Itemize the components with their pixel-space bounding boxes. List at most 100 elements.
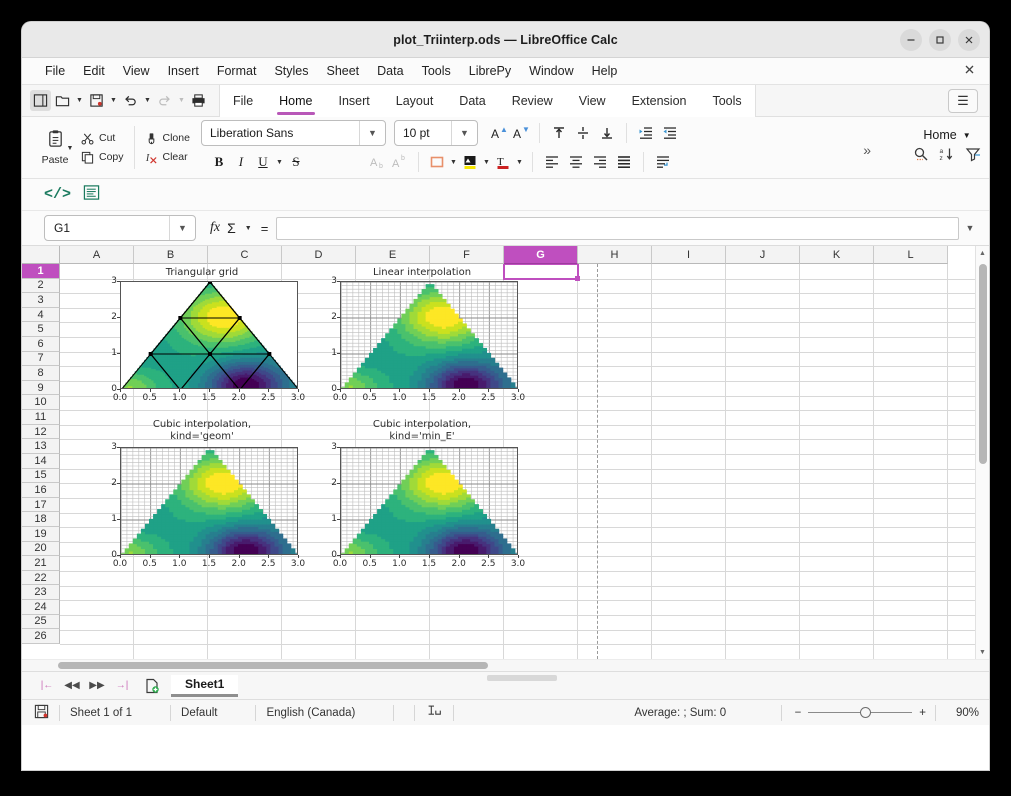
find-replace-icon[interactable] (913, 146, 929, 167)
formula-equals-icon[interactable]: = (261, 221, 269, 236)
ribbon-context-selector[interactable]: Home ▼ (923, 128, 970, 142)
increase-indent-button[interactable] (634, 122, 658, 144)
script-list-icon[interactable] (83, 184, 100, 206)
column-header-g[interactable]: G (504, 246, 578, 264)
row-header-10[interactable]: 10 (22, 395, 60, 411)
column-header-d[interactable]: D (282, 246, 356, 264)
row-header-12[interactable]: 12 (22, 424, 60, 440)
row-header-26[interactable]: 26 (22, 629, 60, 644)
last-sheet-button[interactable]: →| (111, 676, 133, 696)
tab-view[interactable]: View (566, 85, 619, 117)
tab-home[interactable]: Home (266, 85, 325, 117)
next-sheet-button[interactable]: ▶▶ (86, 676, 108, 696)
redo-dropdown-icon[interactable]: ▼ (176, 91, 187, 111)
save-status-icon[interactable] (34, 704, 49, 722)
clone-formatting-button[interactable]: Clone (142, 131, 193, 146)
language-status[interactable]: English (Canada) (266, 707, 355, 719)
row-header-15[interactable]: 15 (22, 468, 60, 484)
autofilter-icon[interactable] (965, 146, 981, 167)
row-header-17[interactable]: 17 (22, 497, 60, 513)
sum-dropdown-icon[interactable]: ▼ (243, 225, 254, 232)
select-all-corner[interactable] (22, 246, 60, 264)
scroll-up-icon[interactable]: ▲ (976, 246, 989, 260)
column-header-k[interactable]: K (800, 246, 874, 264)
row-header-9[interactable]: 9 (22, 380, 60, 396)
menu-tools[interactable]: Tools (413, 61, 460, 81)
clear-formatting-button[interactable]: I Clear (142, 150, 193, 165)
background-color-button[interactable] (459, 151, 481, 173)
decrease-font-size-button[interactable]: A ▼ (510, 122, 532, 144)
function-wizard-icon[interactable]: fx (210, 220, 220, 236)
tab-file[interactable]: File (220, 85, 266, 117)
menu-edit[interactable]: Edit (74, 61, 114, 81)
row-header-1[interactable]: 1 (22, 264, 60, 279)
print-icon[interactable] (188, 90, 209, 111)
row-header-19[interactable]: 19 (22, 526, 60, 542)
increase-font-size-button[interactable]: A ▲ (488, 122, 510, 144)
notebookbar-menu-button[interactable]: ☰ (948, 88, 978, 113)
name-box[interactable]: G1 ▼ (44, 215, 196, 241)
zoom-slider[interactable] (808, 707, 913, 718)
sidebar-toggle-icon[interactable] (30, 90, 51, 111)
tab-insert[interactable]: Insert (326, 85, 383, 117)
save-dropdown-icon[interactable]: ▼ (108, 91, 119, 111)
formula-summary-status[interactable]: Average: ; Sum: 0 (634, 707, 726, 719)
superscript-button[interactable]: Ab (389, 151, 411, 173)
align-bottom-button[interactable] (595, 122, 619, 144)
menu-view[interactable]: View (114, 61, 159, 81)
column-header-b[interactable]: B (134, 246, 208, 264)
zoom-level-label[interactable]: 90% (945, 707, 979, 719)
cut-button[interactable]: Cut (78, 131, 127, 146)
previous-sheet-button[interactable]: ◀◀ (61, 676, 83, 696)
row-header-2[interactable]: 2 (22, 278, 60, 294)
add-sheet-button[interactable] (141, 676, 163, 696)
paste-button[interactable]: ▼ Paste (32, 120, 78, 175)
zoom-slider-knob[interactable] (860, 707, 872, 718)
row-header-5[interactable]: 5 (22, 322, 60, 338)
tab-layout[interactable]: Layout (383, 85, 447, 117)
name-box-dropdown-icon[interactable]: ▼ (169, 216, 195, 240)
scroll-down-icon[interactable]: ▼ (976, 645, 989, 659)
background-color-dropdown-icon[interactable]: ▼ (481, 159, 492, 166)
row-header-11[interactable]: 11 (22, 410, 60, 425)
tab-extension[interactable]: Extension (619, 85, 700, 117)
menu-insert[interactable]: Insert (159, 61, 208, 81)
align-center-vertical-button[interactable] (571, 122, 595, 144)
save-icon[interactable] (86, 90, 107, 111)
sort-ascending-icon[interactable]: az (939, 146, 955, 167)
zoom-out-button[interactable]: − (795, 707, 802, 719)
strikethrough-button[interactable]: S (285, 151, 307, 173)
row-header-16[interactable]: 16 (22, 483, 60, 498)
border-dropdown-icon[interactable]: ▼ (448, 159, 459, 166)
row-header-14[interactable]: 14 (22, 453, 60, 469)
menu-styles[interactable]: Styles (265, 61, 317, 81)
font-name-dropdown-icon[interactable]: ▼ (358, 121, 385, 145)
vertical-scroll-thumb[interactable] (979, 264, 987, 464)
italic-button[interactable]: I (230, 151, 252, 173)
wrap-text-button[interactable] (651, 151, 675, 173)
menu-sheet[interactable]: Sheet (317, 61, 368, 81)
row-header-3[interactable]: 3 (22, 293, 60, 308)
chevron-down-icon[interactable]: ▼ (963, 131, 971, 140)
horizontal-scroll-thumb[interactable] (58, 662, 488, 669)
tab-review[interactable]: Review (499, 85, 566, 117)
row-header-20[interactable]: 20 (22, 541, 60, 557)
subscript-button[interactable]: Ab (367, 151, 389, 173)
column-header-h[interactable]: H (578, 246, 652, 264)
open-file-icon[interactable] (52, 90, 73, 111)
align-left-button[interactable] (540, 151, 564, 173)
border-style-button[interactable] (426, 151, 448, 173)
cells-area[interactable]: Triangular grid 0.0 0.5 1.0 1.5 2.0 2.5 3.0 0 1 2 3… (60, 264, 975, 659)
column-header-f[interactable]: F (430, 246, 504, 264)
column-header-j[interactable]: J (726, 246, 800, 264)
row-header-8[interactable]: 8 (22, 366, 60, 381)
font-size-dropdown-icon[interactable]: ▼ (450, 121, 477, 145)
underline-button[interactable]: U (252, 151, 274, 173)
row-header-7[interactable]: 7 (22, 351, 60, 367)
row-header-18[interactable]: 18 (22, 512, 60, 527)
sheet-tab-sheet1[interactable]: Sheet1 (171, 674, 239, 697)
copy-button[interactable]: Copy (78, 150, 127, 165)
row-header-13[interactable]: 13 (22, 439, 60, 454)
bold-button[interactable]: B (208, 151, 230, 173)
row-header-21[interactable]: 21 (22, 556, 60, 571)
